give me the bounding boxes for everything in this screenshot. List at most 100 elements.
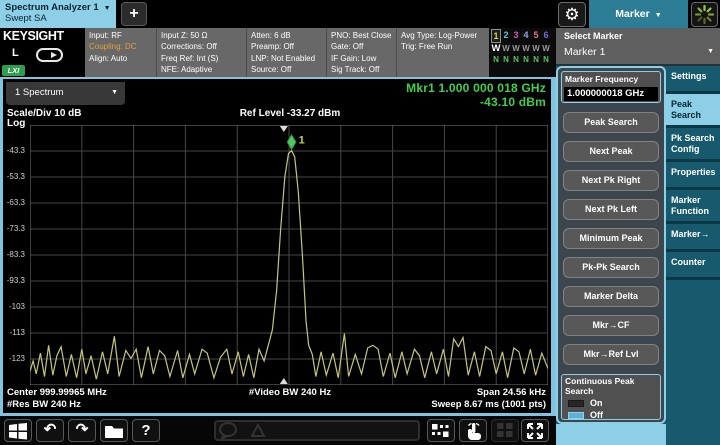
next-pk-left-button[interactable]: Next Pk Left (563, 199, 659, 220)
trace-type: W (532, 44, 540, 53)
marker-submenu-tabs: Settings Peak Search Pk Search Config Pr… (666, 66, 720, 445)
sysinfo-input-column[interactable]: Input: RF Coupling: DC Align: Auto (85, 28, 156, 77)
marker-delta-button[interactable]: Marker Delta (563, 286, 659, 307)
touch-icon[interactable] (459, 419, 487, 442)
pk-pk-search-button[interactable]: Pk-Pk Search (563, 257, 659, 278)
y-axis-tick-label: -43.3 (6, 146, 25, 155)
trace-state: N (523, 55, 529, 64)
marker-readout-amplitude: -43.10 dBm (479, 94, 546, 109)
mkr-to-cf-button[interactable]: Mkr→CF (563, 315, 659, 336)
chevron-down-icon: ▼ (111, 89, 118, 96)
center-frequency-label[interactable]: Center 999.99965 MHz (7, 387, 107, 398)
tab-counter[interactable]: Counter (666, 252, 720, 280)
video-bw-label[interactable]: #Video BW 240 Hz (180, 387, 400, 398)
y-axis-labels: -43.3 -53.3 -63.3 -73.3 -83.3 -93.3 -103 -113 -1… (0, 125, 27, 385)
trace-number: 1 (491, 29, 501, 43)
add-tab-button[interactable]: + (121, 2, 147, 26)
trace-state: N (513, 55, 519, 64)
tab-peak-search[interactable]: Peak Search (666, 94, 720, 128)
minimum-peak-button[interactable]: Minimum Peak (563, 228, 659, 249)
trace-number: 6 (543, 30, 549, 40)
help-icon[interactable]: ? (132, 419, 160, 442)
trace-number: 2 (503, 30, 509, 40)
menu-panel-footer (556, 424, 666, 445)
instrument-tab-subtitle: Swept SA (5, 13, 47, 24)
y-axis-tick-label: -83.3 (6, 250, 25, 259)
y-axis-tick-label: -53.3 (6, 172, 25, 181)
instrument-tab[interactable]: Spectrum Analyzer 1 ▼ Swept SA (0, 0, 116, 28)
y-axis-tick-label: -93.3 (6, 276, 25, 285)
marker-frequency-label: Marker Frequency (565, 74, 639, 84)
sysinfo-avg-column[interactable]: Avg Type: Log-Power Trig: Free Run (396, 28, 489, 77)
speech-bubble-icon (219, 422, 237, 437)
marker-frequency-group[interactable]: Marker Frequency 1.000000018 GHz (561, 71, 661, 103)
next-peak-button[interactable]: Next Peak (563, 141, 659, 162)
tab-properties[interactable]: Properties (666, 162, 720, 190)
gear-icon[interactable]: ⚙ (558, 2, 586, 27)
tab-marker-to[interactable]: Marker→ (666, 224, 720, 252)
sysinfo-atten-column[interactable]: Atten: 6 dB Preamp: Off LNP: Not Enabled… (246, 28, 326, 77)
span-label[interactable]: Span 24.56 kHz (477, 387, 546, 398)
brand-block: KEYSIGHT L LXI (0, 28, 85, 77)
undo-icon[interactable]: ↶ (36, 419, 64, 442)
expand-icon[interactable] (521, 419, 549, 442)
ref-level-label[interactable]: Ref Level -33.27 dBm (160, 108, 420, 119)
marker-menu-label: Marker (615, 8, 650, 20)
y-axis-tick-label: -63.3 (6, 198, 25, 207)
layout-tiles-icon[interactable] (427, 419, 455, 442)
redo-icon[interactable]: ↷ (68, 419, 96, 442)
top-tab-bar: Spectrum Analyzer 1 ▼ Swept SA + ⚙ Marker… (0, 0, 720, 28)
sysinfo-line: Avg Type: Log-Power (401, 31, 478, 40)
trace-type: W (491, 43, 501, 54)
chevron-down-icon: ▼ (654, 12, 662, 19)
marker-readout-frequency: Mkr1 1.000 000 018 GHz (406, 81, 546, 95)
select-marker-value: Marker 1 (564, 46, 606, 58)
triangle-icon (250, 422, 266, 437)
busy-spinner-icon (691, 2, 718, 27)
sysinfo-line: IF Gain: Low (331, 53, 377, 63)
cps-off-swatch (568, 411, 584, 419)
peak-search-menu: Marker Frequency 1.000000018 GHz Peak Se… (556, 66, 666, 424)
tab-pk-search-config[interactable]: Pk Search Config (666, 128, 720, 162)
spectrum-analyzer-app: Spectrum Analyzer 1 ▼ Swept SA + ⚙ Marker… (0, 0, 720, 445)
marker-frequency-input[interactable]: 1.000000018 GHz (564, 87, 658, 101)
trace-states: NNNNNN (491, 54, 556, 65)
cps-on-option[interactable]: On (568, 398, 660, 408)
tab-marker-function[interactable]: Marker Function (666, 190, 720, 224)
cps-off-option[interactable]: Off (568, 410, 660, 420)
y-axis-tick-label: -113 (9, 328, 25, 337)
windows-icon[interactable] (4, 419, 32, 442)
trace-numbers: 123456 (491, 29, 556, 43)
sysinfo-pno-column[interactable]: PNO: Best Close Gate: Off IF Gain: Low S… (326, 28, 396, 77)
cps-on-swatch (568, 399, 584, 407)
marker-diamond[interactable] (286, 133, 297, 151)
keysight-logo: KEYSIGHT (3, 29, 64, 43)
tab-settings[interactable]: Settings (666, 66, 720, 94)
marker-menu-header[interactable]: Marker ▼ (589, 0, 688, 28)
folder-icon[interactable] (100, 419, 128, 442)
sysinfo-impedance-column[interactable]: Input Z: 50 Ω Corrections: Off Freq Ref:… (156, 28, 246, 77)
sweep-time-label[interactable]: Sweep 8.67 ms (1001 pts) (431, 399, 546, 410)
select-marker-label: Select Marker (564, 31, 623, 41)
next-pk-right-button[interactable]: Next Pk Right (563, 170, 659, 191)
trace-selector-dropdown[interactable]: 1 Spectrum ▼ (6, 82, 125, 105)
y-axis-tick-label: -103 (8, 302, 25, 311)
res-bw-label[interactable]: #Res BW 240 Hz (7, 399, 81, 410)
sysinfo-line: Gate: Off (331, 42, 364, 52)
sysinfo-line: Sig Track: Off (331, 64, 380, 74)
sysinfo-line: Freq Ref: Int (S) (161, 53, 219, 63)
marker-menu-panel: Select Marker Marker 1 ▼ Marker Frequenc… (556, 28, 720, 445)
cps-on-label: On (590, 398, 603, 408)
sysinfo-line: Source: Off (251, 64, 292, 74)
select-marker-dropdown[interactable]: Select Marker Marker 1 ▼ (556, 28, 720, 66)
sysinfo-line: NFE: Adaptive (161, 64, 213, 74)
marker-readout: Mkr1 1.000 000 018 GHz -43.10 dBm (406, 81, 546, 109)
spectrum-plot[interactable]: 1 (29, 124, 549, 386)
cps-off-label: Off (590, 410, 603, 420)
peak-search-button[interactable]: Peak Search (563, 112, 659, 133)
trace-status-block[interactable]: 123456 WWWWWW NNNNNN (489, 28, 556, 77)
trace-types: WWWWWW (491, 43, 556, 54)
mkr-to-ref-lvl-button[interactable]: Mkr→Ref Lvl (563, 344, 659, 365)
y-axis-tick-label: -123 (8, 354, 25, 363)
marker-number-label: 1 (299, 135, 305, 147)
